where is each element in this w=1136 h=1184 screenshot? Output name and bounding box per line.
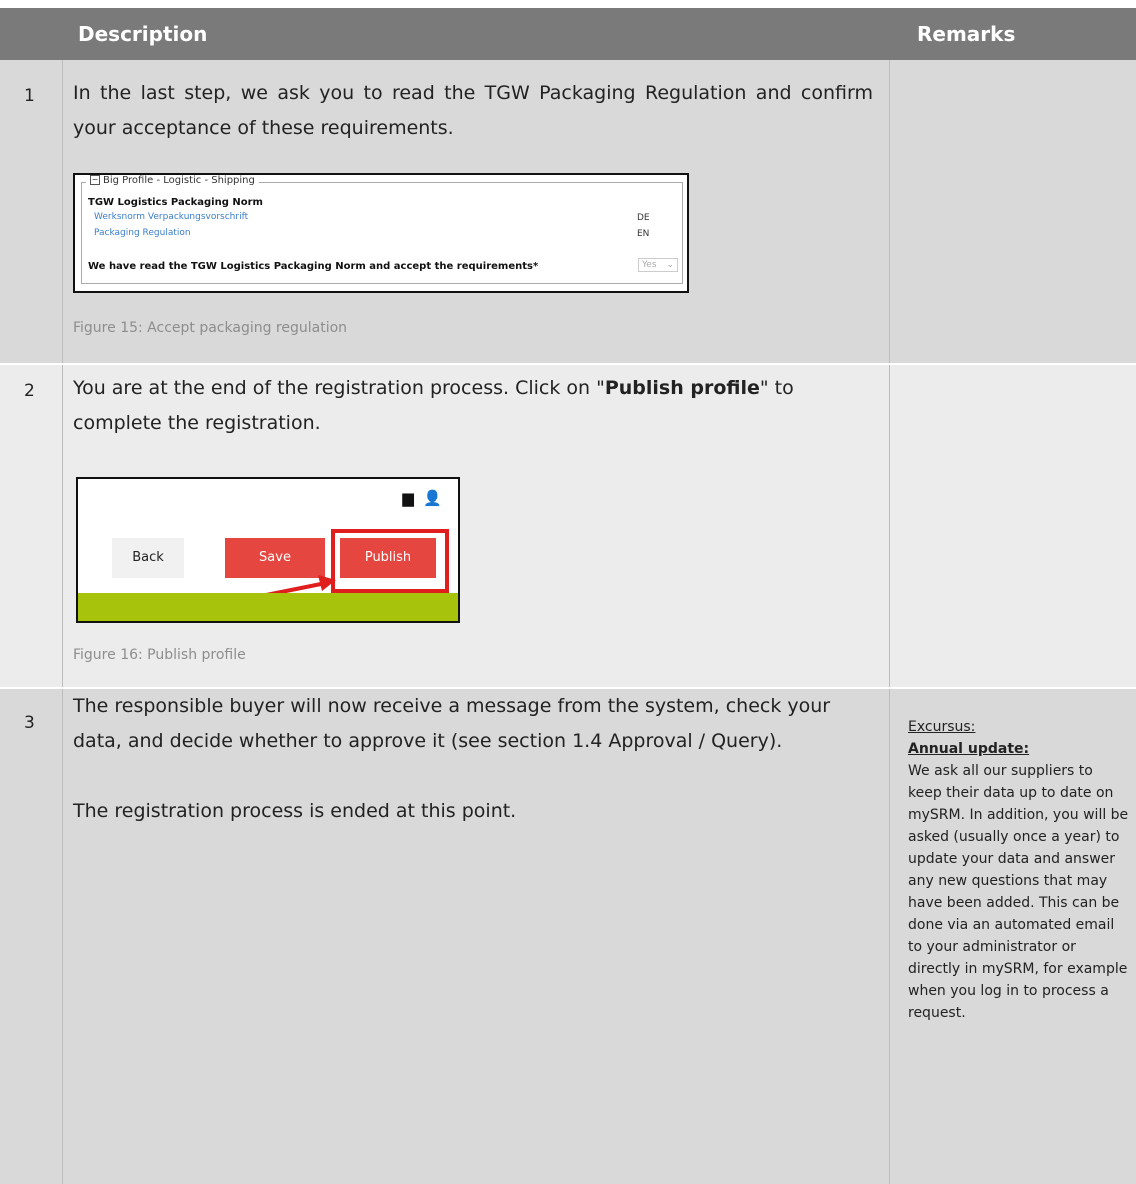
- link-werksnorm[interactable]: Werksnorm Verpackungsvorschrift: [94, 212, 248, 222]
- accept-statement: We have read the TGW Logistics Packaging…: [88, 261, 539, 272]
- remark-body: We ask all our suppliers to keep their d…: [908, 763, 1129, 1021]
- step-number: 1: [24, 86, 35, 106]
- remark-label: Excursus:: [908, 719, 976, 735]
- step-text: In the last step, we ask you to read the…: [73, 82, 873, 139]
- step-number: 2: [24, 381, 35, 401]
- figure-caption: Figure 16: Publish profile: [73, 647, 246, 663]
- step-number: 3: [24, 713, 35, 733]
- remark-title: Annual update:: [908, 741, 1030, 757]
- select-value: Yes: [642, 260, 657, 270]
- accept-select[interactable]: Yes ⌄: [638, 258, 678, 272]
- table-row: 2 You are at the end of the registration…: [0, 365, 1136, 689]
- remarks-cell: [890, 60, 1136, 363]
- figure-caption: Figure 15: Accept packaging regulation: [73, 320, 348, 336]
- figure-packaging-regulation: − Big Profile - Logistic - Shipping TGW L…: [73, 173, 689, 293]
- fieldset-legend: Big Profile - Logistic - Shipping: [103, 175, 255, 186]
- collapse-icon: −: [90, 175, 100, 185]
- table-row: 1 In the last step, we ask you to read t…: [0, 60, 1136, 365]
- header-description: Description: [78, 22, 208, 46]
- publish-profile-emphasis: Publish profile: [604, 377, 760, 399]
- step-text: The responsible buyer will now receive a…: [73, 695, 831, 752]
- chevron-down-icon: ⌄: [666, 260, 674, 270]
- table-header: Description Remarks: [0, 8, 1136, 60]
- step-text-end: The registration process is ended at thi…: [73, 800, 517, 822]
- lang-code-de: DE: [637, 213, 650, 223]
- lang-code-en: EN: [637, 229, 650, 239]
- table-row: 3 The responsible buyer will now receive…: [0, 689, 1136, 1184]
- figure-publish-profile: ▆ 👤 Back Save Publish: [76, 477, 460, 623]
- remarks-cell: [890, 365, 1136, 687]
- remarks-cell: Excursus: Annual update: We ask all our …: [890, 689, 1136, 1184]
- link-packaging-regulation[interactable]: Packaging Regulation: [94, 228, 191, 238]
- green-footer-bar: [78, 593, 458, 621]
- fieldset-box: − Big Profile - Logistic - Shipping TGW L…: [81, 175, 683, 284]
- header-remarks: Remarks: [917, 22, 1016, 46]
- step-text: You are at the end of the registration p…: [73, 377, 794, 434]
- norm-title: TGW Logistics Packaging Norm: [88, 197, 263, 208]
